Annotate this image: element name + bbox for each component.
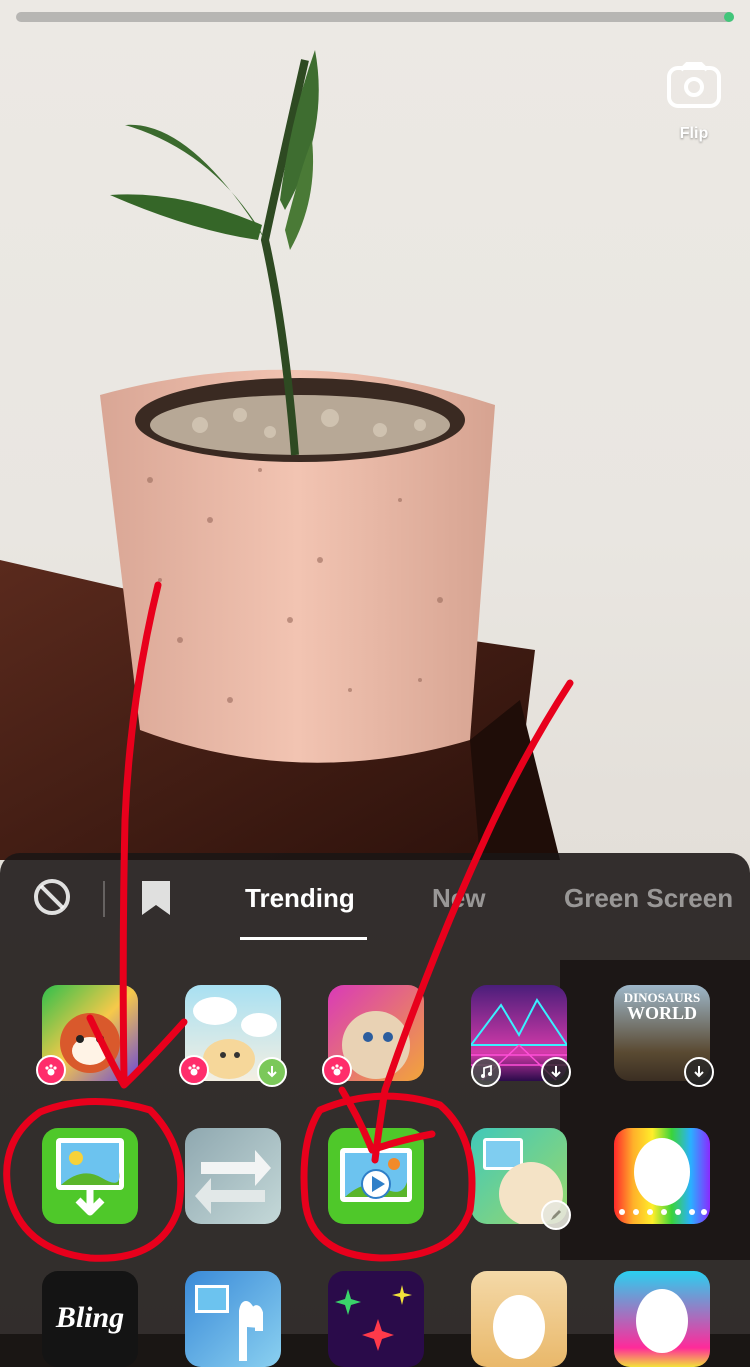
effect-neon-face[interactable] [614,1271,710,1367]
progress-indicator [724,12,734,22]
tab-divider [103,881,105,917]
effect-upload-image[interactable] [42,1128,138,1224]
music-badge-icon [471,1057,501,1087]
bling-text: Bling [55,1301,125,1334]
effects-tab-bar: Trending New Green Screen [0,853,750,941]
flip-camera-button[interactable]: Flip [660,56,728,143]
tab-new[interactable]: New [432,883,485,914]
tab-trending[interactable]: Trending [245,883,355,914]
effect-swap[interactable] [185,1128,281,1224]
paw-badge-icon [322,1055,352,1085]
neon-face-icon [636,1289,688,1353]
effect-video-upload[interactable] [328,1128,424,1224]
no-effect-icon[interactable] [32,877,72,917]
world-title: WORLD [626,1003,697,1023]
hand-photo-icon [195,1285,263,1361]
effect-egg-face[interactable] [471,1271,567,1367]
effect-hand-photo[interactable] [185,1271,281,1367]
recording-progress-bar [16,12,734,22]
effect-rainbow-face[interactable] [614,1128,710,1224]
paw-badge-icon [36,1055,66,1085]
video-image-icon [340,1148,412,1202]
download-badge-icon [684,1057,714,1087]
effects-panel: Trending New Green Screen DINOSAURS WORL… [0,853,750,1367]
effect-sparkles[interactable] [328,1271,424,1367]
image-download-icon [56,1138,124,1216]
effect-bling[interactable]: Bling [42,1271,138,1367]
download-badge-icon [541,1057,571,1087]
download-badge-icon [257,1057,287,1087]
bookmark-icon[interactable] [140,879,172,917]
egg-face-icon [493,1295,545,1359]
swap-arrows-icon [195,1150,271,1214]
active-tab-underline [240,937,367,940]
paw-badge-icon [179,1055,209,1085]
sparkles-icon [335,1285,412,1351]
flip-camera-icon [667,62,721,108]
edit-badge-icon [541,1200,571,1230]
rainbow-face-icon [619,1138,707,1215]
tab-green-screen[interactable]: Green Screen [564,883,733,914]
flip-label: Flip [679,125,709,142]
